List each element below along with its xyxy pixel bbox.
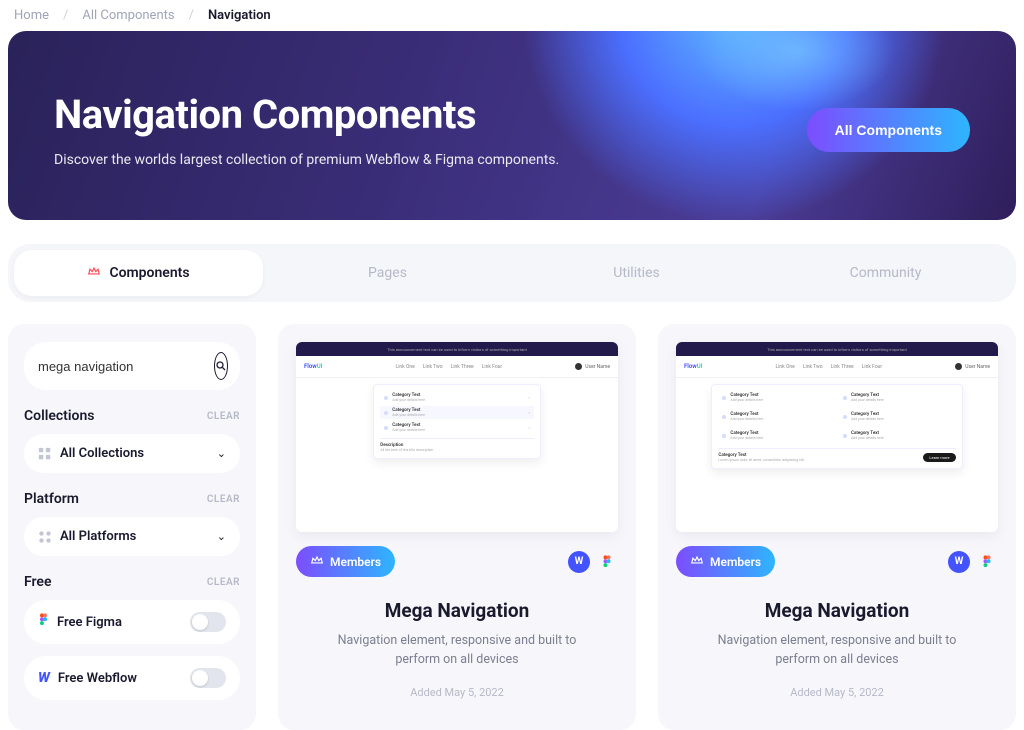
crown-icon (87, 264, 101, 282)
grid-icon (38, 447, 52, 461)
crown-icon (690, 553, 704, 570)
select-label: All Collections (60, 446, 144, 461)
tab-label: Utilities (613, 265, 660, 281)
search-icon[interactable] (214, 352, 228, 380)
tab-label: Pages (368, 265, 407, 281)
card-preview: This announcement text can be used to in… (296, 342, 618, 532)
select-label: All Platforms (60, 529, 136, 544)
figma-icon (596, 551, 618, 573)
card-description: Navigation element, responsive and built… (317, 632, 597, 670)
search-input[interactable] (38, 359, 214, 374)
tab-components[interactable]: Components (14, 250, 263, 296)
badge-label: Members (330, 555, 381, 569)
clear-collections-button[interactable]: CLEAR (207, 411, 240, 422)
badge-label: Members (710, 555, 761, 569)
component-card[interactable]: This announcement text can be used to in… (278, 324, 636, 730)
card-description: Navigation element, responsive and built… (697, 632, 977, 670)
free-figma-toggle[interactable] (190, 612, 226, 632)
toggle-label: Free Webflow (58, 671, 137, 686)
collections-select[interactable]: All Collections ⌄ (24, 434, 240, 473)
card-title: Mega Navigation (385, 599, 530, 622)
clear-free-button[interactable]: CLEAR (207, 577, 240, 588)
breadcrumb-sep: / (63, 8, 68, 23)
toggle-label: Free Figma (57, 615, 122, 630)
card-date: Added May 5, 2022 (410, 686, 504, 699)
tab-pages[interactable]: Pages (263, 250, 512, 296)
free-webflow-row: W Free Webflow (24, 656, 240, 700)
card-preview: This announcement text can be used to in… (676, 342, 998, 532)
card-title: Mega Navigation (765, 599, 910, 622)
chevron-down-icon: ⌄ (217, 530, 226, 543)
figma-icon (38, 613, 49, 631)
tab-community[interactable]: Community (761, 250, 1010, 296)
hero-title: Navigation Components (54, 91, 559, 138)
apps-icon (38, 530, 52, 544)
breadcrumb-current: Navigation (208, 8, 271, 23)
hero-banner: Navigation Components Discover the world… (8, 31, 1016, 220)
hero-subtitle: Discover the worlds largest collection o… (54, 152, 559, 168)
webflow-icon: W (38, 670, 50, 686)
free-webflow-toggle[interactable] (190, 668, 226, 688)
component-card[interactable]: This announcement text can be used to in… (658, 324, 1016, 730)
tab-label: Components (109, 265, 189, 281)
filter-platform-label: Platform (24, 491, 79, 507)
platform-select[interactable]: All Platforms ⌄ (24, 517, 240, 556)
all-components-button[interactable]: All Components (807, 108, 970, 152)
members-badge: Members (676, 546, 775, 577)
clear-platform-button[interactable]: CLEAR (207, 494, 240, 505)
card-grid: This announcement text can be used to in… (278, 324, 1016, 730)
chevron-down-icon: ⌄ (217, 447, 226, 460)
webflow-icon: W (948, 551, 970, 573)
breadcrumb: Home / All Components / Navigation (0, 0, 1024, 31)
tabs: Components Pages Utilities Community (8, 244, 1016, 302)
webflow-icon: W (568, 551, 590, 573)
figma-icon (976, 551, 998, 573)
breadcrumb-home[interactable]: Home (14, 8, 49, 23)
tab-utilities[interactable]: Utilities (512, 250, 761, 296)
card-date: Added May 5, 2022 (790, 686, 884, 699)
tab-label: Community (850, 265, 922, 281)
breadcrumb-sep: / (189, 8, 194, 23)
free-figma-row: Free Figma (24, 600, 240, 644)
filter-collections-label: Collections (24, 408, 94, 424)
crown-icon (310, 553, 324, 570)
breadcrumb-all-components[interactable]: All Components (82, 8, 174, 23)
filter-sidebar: Collections CLEAR All Collections ⌄ Plat… (8, 324, 256, 730)
search-wrap (24, 342, 240, 390)
members-badge: Members (296, 546, 395, 577)
filter-free-label: Free (24, 574, 52, 590)
